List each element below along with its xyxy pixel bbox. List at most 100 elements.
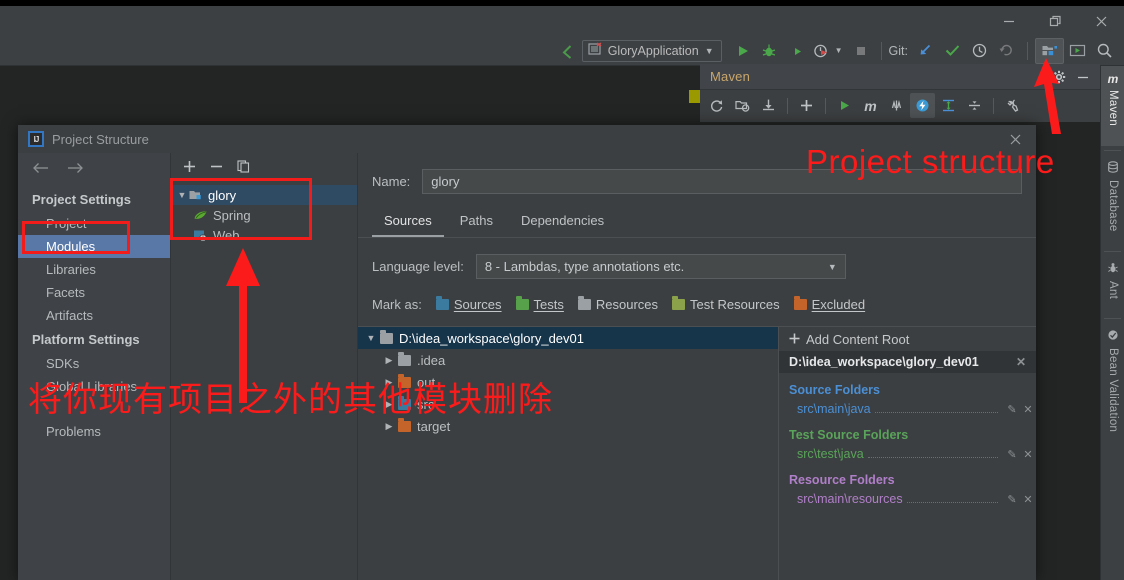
sidebar-group-platform-settings: Platform Settings	[32, 332, 140, 347]
git-update-project-button[interactable]	[912, 38, 939, 64]
git-rollback-button[interactable]	[993, 38, 1020, 64]
execute-maven-goal-icon[interactable]: m	[858, 93, 883, 118]
mark-as-row: Mark as: Sources Tests Resources Test Re…	[358, 296, 1036, 312]
collapse-triangle-icon[interactable]: ▶	[382, 399, 396, 410]
expand-triangle-icon[interactable]: ▼	[364, 333, 378, 343]
content-tree-row-out[interactable]: ▶ out	[358, 371, 778, 393]
window-close-button[interactable]	[1078, 6, 1124, 36]
intellij-logo-icon: IJ	[28, 131, 44, 147]
tab-sources[interactable]: Sources	[372, 207, 444, 237]
sidebar-item-problems[interactable]: Problems	[18, 420, 170, 443]
maven-header-actions	[1048, 66, 1100, 88]
sidebar-item-global-libraries[interactable]: Global Libraries	[18, 375, 170, 398]
mark-as-test-resources[interactable]: Test Resources	[672, 296, 780, 312]
resource-folder-row[interactable]: src\main\resources ✎ ✕	[779, 490, 1036, 508]
collapse-triangle-icon[interactable]: ▶	[382, 377, 396, 388]
stop-button[interactable]	[848, 38, 874, 64]
ant-icon	[1107, 262, 1119, 277]
content-root-path-header: D:\idea_workspace\glory_dev01 ✕	[779, 351, 1036, 373]
run-configuration-selector[interactable]: GloryApplication ▼	[581, 39, 722, 62]
content-root-row[interactable]: ▼ D:\idea_workspace\glory_dev01	[358, 327, 778, 349]
module-tree-row-spring[interactable]: Spring	[171, 205, 357, 225]
hide-tool-window-icon[interactable]	[1072, 66, 1094, 88]
folder-icon	[398, 395, 411, 410]
add-maven-project-icon[interactable]	[794, 93, 819, 118]
search-everywhere-button[interactable]	[1091, 38, 1118, 64]
rail-tab-database[interactable]: Database	[1101, 155, 1124, 247]
close-icon[interactable]: ✕	[1020, 403, 1036, 416]
expand-triangle-icon[interactable]: ▼	[175, 190, 189, 200]
forward-arrow-icon[interactable]	[67, 161, 84, 179]
plus-icon[interactable]	[183, 160, 196, 178]
rail-tab-bean-validation[interactable]: Bean Validation	[1101, 323, 1124, 451]
debug-button[interactable]	[756, 38, 782, 64]
close-icon[interactable]: ✕	[1020, 448, 1036, 461]
gear-icon[interactable]	[1048, 66, 1070, 88]
pencil-icon[interactable]: ✎	[1004, 448, 1020, 461]
mark-as-label-test-resources: Test Resources	[690, 297, 780, 312]
remove-content-root-icon[interactable]: ✕	[1016, 355, 1026, 369]
language-level-select[interactable]: 8 - Lambdas, type annotations etc. ▼	[475, 254, 846, 279]
mark-as-tests[interactable]: Tests	[515, 296, 564, 312]
sidebar-item-sdks[interactable]: SDKs	[18, 352, 170, 375]
content-tree-row-src[interactable]: ▶ src	[358, 393, 778, 415]
git-history-button[interactable]	[966, 38, 993, 64]
window-minimize-button[interactable]	[986, 6, 1032, 36]
dialog-close-button[interactable]	[1006, 130, 1024, 148]
back-arrow-icon[interactable]	[554, 38, 582, 64]
sidebar-item-project[interactable]: Project	[18, 212, 170, 235]
download-sources-icon[interactable]	[756, 93, 781, 118]
select-in-button[interactable]	[1064, 38, 1091, 64]
pencil-icon[interactable]: ✎	[1004, 403, 1020, 416]
window-restore-button[interactable]	[1032, 6, 1078, 36]
toggle-skip-tests-icon[interactable]	[884, 93, 909, 118]
module-tree-row-web[interactable]: Web	[171, 225, 357, 245]
source-folder-row[interactable]: src\main\java ✎ ✕	[779, 400, 1036, 418]
rail-tab-maven[interactable]: m Maven	[1101, 66, 1124, 146]
back-arrow-icon[interactable]	[32, 161, 49, 179]
module-icon	[189, 189, 203, 202]
folder-icon	[515, 296, 529, 310]
collapse-triangle-icon[interactable]: ▶	[382, 421, 396, 432]
maven-settings-icon[interactable]	[1000, 93, 1025, 118]
sidebar-item-libraries[interactable]: Libraries	[18, 258, 170, 281]
project-structure-button[interactable]	[1035, 37, 1064, 64]
profiler-button[interactable]: ▼	[808, 38, 848, 64]
pencil-icon[interactable]: ✎	[1004, 493, 1020, 506]
module-name-input[interactable]: glory	[422, 168, 1022, 194]
minus-icon[interactable]	[210, 160, 223, 178]
run-maven-build-icon[interactable]	[832, 93, 857, 118]
folder-icon	[435, 296, 449, 310]
content-tree-row-target[interactable]: ▶ target	[358, 415, 778, 437]
collapse-all-icon[interactable]	[962, 93, 987, 118]
content-tree-row-idea[interactable]: ▶ .idea	[358, 349, 778, 371]
reimport-icon[interactable]	[704, 93, 729, 118]
collapse-triangle-icon[interactable]: ▶	[382, 355, 396, 366]
mark-as-resources[interactable]: Resources	[577, 296, 658, 312]
tab-paths[interactable]: Paths	[448, 207, 505, 237]
git-commit-button[interactable]	[939, 38, 966, 64]
mark-as-label: Mark as:	[372, 297, 422, 312]
mark-as-excluded[interactable]: Excluded	[793, 296, 865, 312]
toolbar-divider	[880, 41, 882, 60]
rail-tab-ant[interactable]: Ant	[1101, 256, 1124, 314]
tab-dependencies[interactable]: Dependencies	[509, 207, 616, 237]
toggle-offline-icon[interactable]	[910, 93, 935, 118]
sidebar-item-artifacts[interactable]: Artifacts	[18, 304, 170, 327]
modules-panel: ▼ glory Spring Web	[171, 153, 358, 580]
sidebar-item-modules[interactable]: Modules	[18, 235, 170, 258]
mark-as-sources[interactable]: Sources	[435, 296, 502, 312]
module-name-row: Name: glory	[358, 167, 1036, 195]
run-with-coverage-button[interactable]	[782, 38, 808, 64]
sidebar-item-facets[interactable]: Facets	[18, 281, 170, 304]
rail-tab-label: Database	[1107, 180, 1119, 232]
copy-icon[interactable]	[237, 159, 250, 178]
module-tree-row-glory[interactable]: ▼ glory	[171, 185, 357, 205]
expand-all-icon[interactable]	[936, 93, 961, 118]
add-content-root-button[interactable]: Add Content Root	[779, 327, 1036, 351]
run-button[interactable]	[730, 38, 756, 64]
dialog-nav-row	[18, 153, 170, 187]
close-icon[interactable]: ✕	[1020, 493, 1036, 506]
generate-sources-icon[interactable]	[730, 93, 755, 118]
test-source-folder-row[interactable]: src\test\java ✎ ✕	[779, 445, 1036, 463]
